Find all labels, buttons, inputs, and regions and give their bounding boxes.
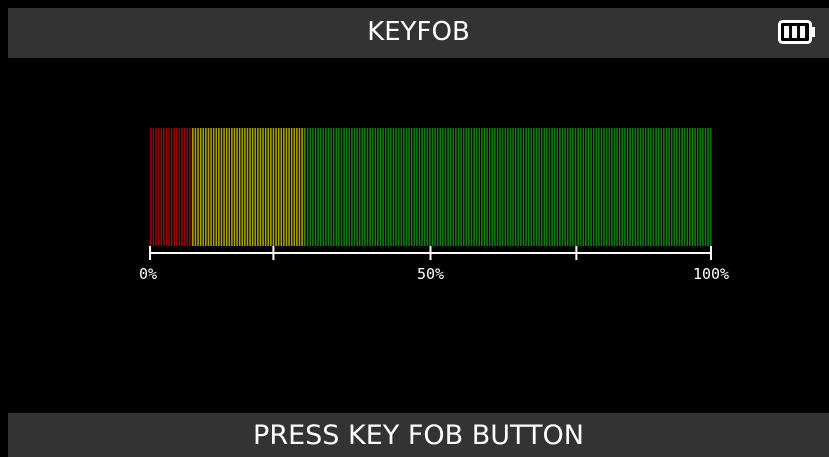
footer-bar: PRESS KEY FOB BUTTON bbox=[8, 413, 829, 457]
gauge-segment-green bbox=[304, 128, 712, 246]
gauge-scale-label: 100% bbox=[693, 265, 729, 283]
gauge-scale-label: 0% bbox=[139, 265, 157, 283]
gauge-scale-label: 50% bbox=[417, 265, 444, 283]
device-screen: KEYFOB 0% 50% 100% PRESS KEY FOB BUTTON bbox=[0, 0, 829, 457]
signal-strength-gauge: 0% 50% 100% bbox=[139, 128, 729, 283]
instruction-prompt: PRESS KEY FOB BUTTON bbox=[253, 420, 584, 451]
gauge-segment-red bbox=[150, 128, 194, 246]
